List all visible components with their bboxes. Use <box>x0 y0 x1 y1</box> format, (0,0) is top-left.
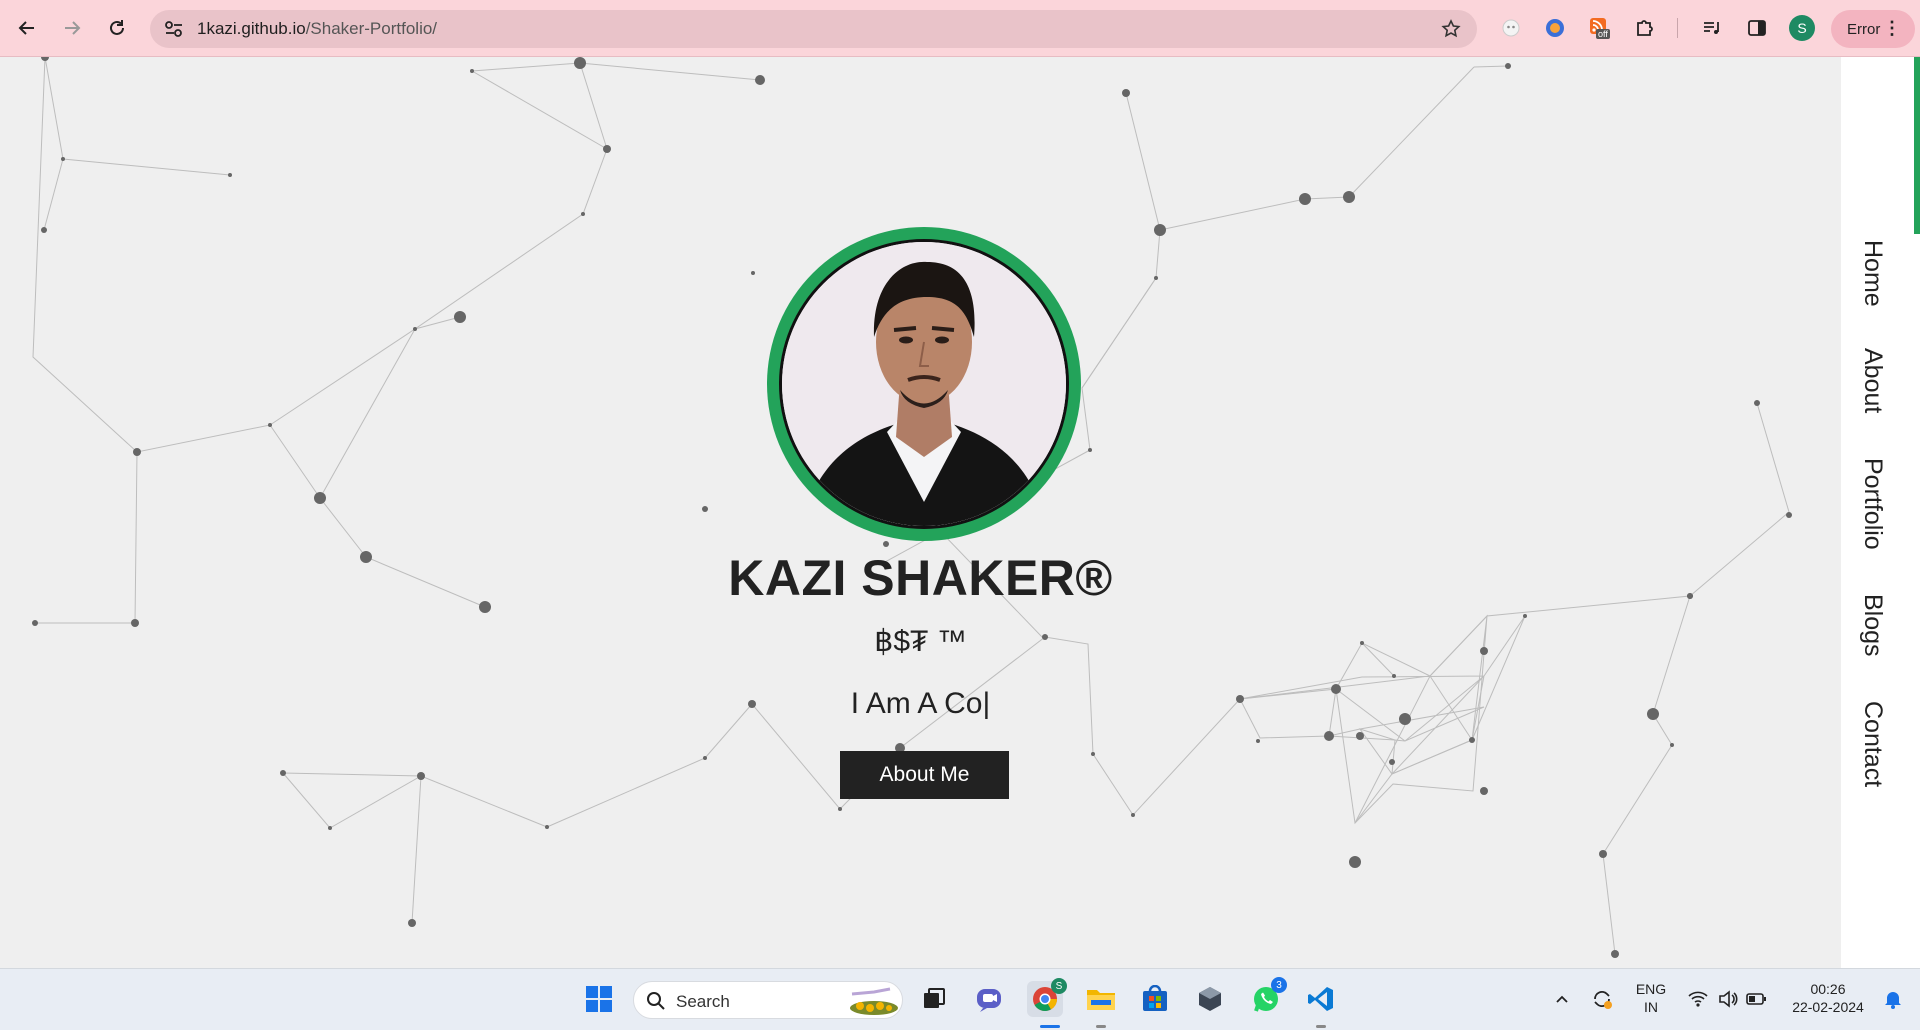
vscode-icon[interactable] <box>1303 981 1339 1017</box>
profile-photo-frame <box>767 227 1081 541</box>
whatsapp-notification-badge: 3 <box>1271 977 1287 993</box>
nav-portfolio[interactable]: Portfolio <box>1858 458 1887 550</box>
extension-off-badge: off <box>1596 29 1610 39</box>
forward-button[interactable] <box>56 12 88 44</box>
clock-date: 22-02-2024 <box>1792 999 1864 1015</box>
url-path: /Shaker-Portfolio/ <box>305 19 438 38</box>
start-button[interactable] <box>581 981 617 1017</box>
task-view-icon[interactable] <box>916 981 952 1017</box>
forward-arrow-icon <box>65 21 81 35</box>
nav-blogs[interactable]: Blogs <box>1858 594 1887 657</box>
scroll-progress-indicator <box>1914 57 1920 234</box>
reload-icon <box>110 20 124 35</box>
kebab-menu-icon: ⋮ <box>1883 18 1901 38</box>
chrome-active-indicator <box>1040 1025 1060 1028</box>
typing-text: I Am A Co| <box>850 687 991 720</box>
toolbar-divider <box>1677 18 1678 38</box>
url-text: 1kazi.github.io/Shaker-Portfolio/ <box>197 19 437 39</box>
clock-time: 00:26 <box>1810 981 1846 997</box>
reload-button[interactable] <box>101 12 133 44</box>
teams-chat-icon[interactable] <box>971 981 1007 1017</box>
search-icon <box>647 992 665 1010</box>
windows-logo-icon <box>586 986 612 1012</box>
microsoft-store-icon[interactable] <box>1137 981 1173 1017</box>
media-controls-icon[interactable] <box>1698 14 1726 42</box>
language-code: ENG <box>1635 981 1667 997</box>
clock[interactable]: 00:26 22-02-2024 <box>1783 980 1873 1016</box>
chrome-profile-badge: S <box>1051 978 1067 994</box>
bookmark-star-icon[interactable] <box>1441 19 1461 39</box>
nav-about[interactable]: About <box>1858 348 1887 413</box>
hero-name: KAZI SHAKER® <box>728 550 1113 606</box>
vscode-running-indicator <box>1316 1025 1326 1028</box>
region-code: IN <box>1644 999 1658 1015</box>
search-placeholder: Search <box>676 992 730 1011</box>
whatsapp-icon[interactable]: 3 <box>1248 977 1287 1017</box>
hero-tagline: ฿$₮ ™ <box>874 625 967 658</box>
windows-taskbar: Search S 3 ENG IN 00:26 22-02-2024 <box>0 968 1920 1030</box>
error-menu-button[interactable]: Error ⋮ <box>1831 10 1915 48</box>
taskbar-search[interactable]: Search <box>633 981 903 1019</box>
ghost-extension-icon[interactable] <box>1497 14 1525 42</box>
chrome-taskbar-icon[interactable]: S <box>1027 978 1067 1017</box>
profile-photo <box>779 239 1069 529</box>
rss-off-extension-icon[interactable]: off <box>1586 14 1614 42</box>
dev-app-icon[interactable] <box>1192 981 1228 1017</box>
language-indicator[interactable]: ENG IN <box>1627 980 1675 1016</box>
nav-contact[interactable]: Contact <box>1858 701 1887 787</box>
battery-icon[interactable] <box>1738 981 1774 1017</box>
back-button[interactable] <box>11 12 43 44</box>
url-host: 1kazi.github.io <box>197 19 306 38</box>
chevron-up-icon[interactable] <box>1544 981 1580 1017</box>
site-info-icon[interactable] <box>164 20 184 38</box>
back-arrow-icon <box>18 21 34 35</box>
portfolio-page: KAZI SHAKER® ฿$₮ ™ I Am A Co| About Me <box>0 57 1841 968</box>
nav-home[interactable]: Home <box>1858 240 1887 307</box>
about-me-button[interactable]: About Me <box>840 751 1009 799</box>
address-bar[interactable]: 1kazi.github.io/Shaker-Portfolio/ <box>150 10 1477 48</box>
sync-icon[interactable] <box>1584 981 1620 1017</box>
portrait-illustration <box>782 242 1066 526</box>
search-highlight-icon <box>850 987 898 1015</box>
error-label: Error <box>1847 20 1881 38</box>
file-explorer-icon[interactable] <box>1083 981 1119 1017</box>
notification-bell-icon[interactable] <box>1875 981 1911 1017</box>
extensions-puzzle-icon[interactable] <box>1631 14 1659 42</box>
color-picker-extension-icon[interactable] <box>1541 14 1569 42</box>
side-panel-icon[interactable] <box>1743 14 1771 42</box>
profile-avatar[interactable]: S <box>1789 15 1815 41</box>
explorer-running-indicator <box>1096 1025 1106 1028</box>
browser-toolbar: 1kazi.github.io/Shaker-Portfolio/ off S … <box>0 0 1920 57</box>
